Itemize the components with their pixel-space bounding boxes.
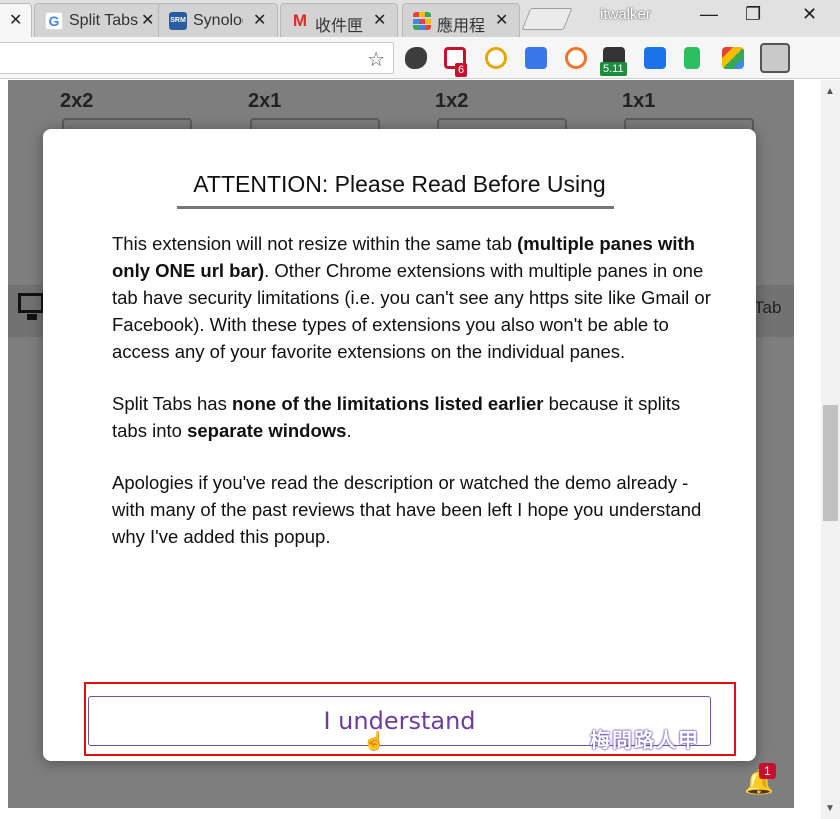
- layout-label-2x2: 2x2: [60, 90, 94, 112]
- tab-current[interactable]: ✕: [0, 3, 32, 37]
- strip-tab-label: Tab: [754, 298, 782, 317]
- tab-strip: ✕ G Split Tabs ✕ SRM Synology ✕ M 收件匣 ✕ …: [0, 0, 840, 37]
- notification-count-badge: 1: [759, 763, 776, 779]
- tab-title: 收件匣: [315, 18, 363, 35]
- modal-body: This extension will not resize within th…: [112, 230, 712, 575]
- paragraph-1: This extension will not resize within th…: [112, 230, 712, 365]
- tab-title: Split Tabs: [69, 12, 139, 29]
- synology-srm-icon: SRM: [169, 12, 187, 30]
- minimize-icon[interactable]: —: [700, 4, 718, 25]
- monitor-icon: [18, 293, 44, 313]
- para2-text-e: .: [346, 420, 352, 441]
- close-icon[interactable]: ✕: [373, 10, 386, 30]
- tab-synology[interactable]: SRM Synology ✕: [158, 3, 278, 37]
- tab-title: 應用程式: [437, 18, 485, 35]
- para1-text-a: This extension will not resize within th…: [112, 233, 518, 254]
- tab-gmail-inbox[interactable]: M 收件匣 ✕: [280, 3, 398, 37]
- stock-badge: 5.11: [600, 62, 627, 76]
- modal-title: ATTENTION: Please Read Before Using: [193, 171, 606, 197]
- layout-label-1x2: 1x2: [435, 90, 469, 112]
- gmail-icon: M: [292, 11, 308, 30]
- scroll-up-arrow-icon[interactable]: ▲: [825, 86, 835, 97]
- tab-title: Synology: [193, 12, 243, 29]
- close-icon[interactable]: ✕: [253, 10, 266, 30]
- address-bar[interactable]: ☆: [0, 42, 394, 74]
- layout-label-1x1: 1x1: [622, 90, 656, 112]
- split-tabs-icon[interactable]: [760, 43, 790, 73]
- title-underline: [177, 206, 614, 209]
- browser-toolbar: ☆ 6 5.11: [0, 37, 840, 79]
- para2-bold-2: separate windows: [187, 420, 347, 441]
- attention-modal: ATTENTION: Please Read Before Using This…: [43, 129, 756, 761]
- search-lens-icon[interactable]: [485, 47, 507, 69]
- monitor-stand: [27, 314, 37, 320]
- tab-apps[interactable]: 應用程式 ✕: [402, 3, 520, 37]
- close-icon[interactable]: ✕: [141, 10, 154, 30]
- apps-grid-icon: [413, 12, 431, 30]
- close-icon[interactable]: ✕: [495, 10, 508, 30]
- weibo-icon[interactable]: [565, 47, 587, 69]
- gmail-unread-badge: 6: [455, 63, 468, 77]
- google-g-icon: G: [45, 12, 63, 30]
- paragraph-2: Split Tabs has none of the limitations l…: [112, 390, 712, 444]
- hand-cursor-icon: ☝: [363, 731, 386, 751]
- para2-text-a: Split Tabs has: [112, 393, 232, 414]
- paragraph-3: Apologies if you've read the description…: [112, 472, 702, 547]
- evernote-icon[interactable]: [405, 47, 427, 69]
- profile-name[interactable]: itwalker: [600, 6, 651, 23]
- gear-extension-icon[interactable]: [644, 47, 666, 69]
- evernote-clip-icon[interactable]: [684, 47, 700, 69]
- scroll-down-arrow-icon[interactable]: ▼: [825, 803, 835, 814]
- close-icon[interactable]: ✕: [9, 10, 22, 30]
- new-tab-button[interactable]: [521, 8, 573, 30]
- scrollbar-thumb[interactable]: [823, 405, 838, 521]
- para2-bold-1: none of the limitations listed earlier: [231, 393, 544, 414]
- google-translate-icon[interactable]: [525, 47, 547, 69]
- layout-label-2x1: 2x1: [248, 90, 282, 112]
- maximize-icon[interactable]: ❐: [745, 4, 761, 25]
- tab-split-tabs[interactable]: G Split Tabs ✕: [34, 3, 162, 37]
- puzzle-colors-icon[interactable]: [722, 47, 744, 69]
- window-close-icon[interactable]: ✕: [802, 4, 817, 25]
- watermark-logo: 梅問路人甲: [590, 728, 700, 752]
- bookmark-star-icon[interactable]: ☆: [367, 47, 385, 72]
